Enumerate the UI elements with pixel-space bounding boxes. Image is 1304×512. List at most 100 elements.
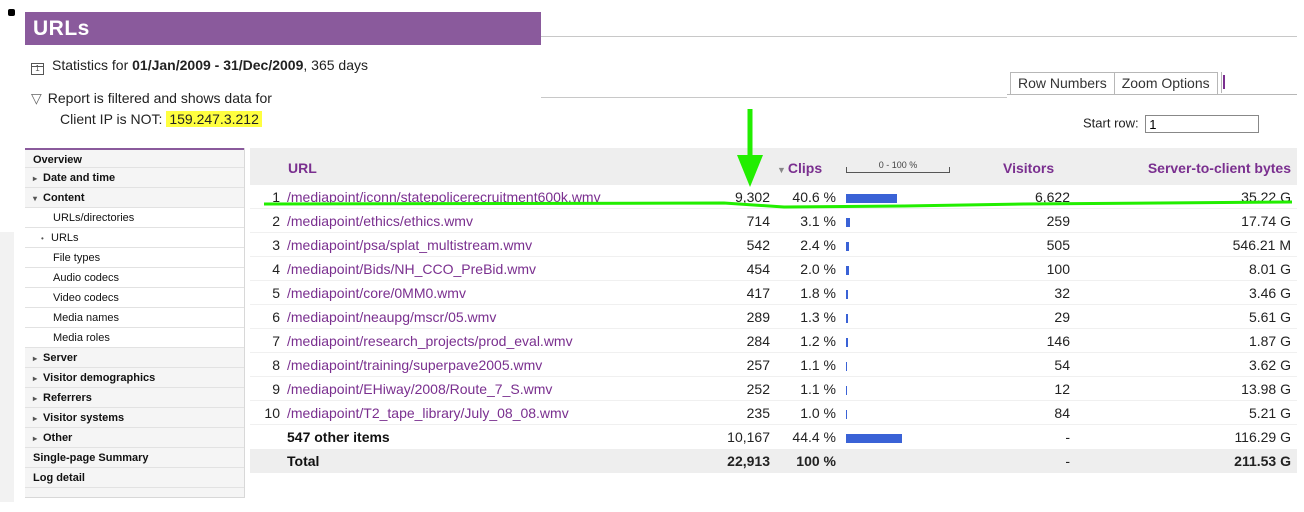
sidebar-item-visitor-systems[interactable]: ▸ Visitor systems <box>25 408 244 428</box>
visitors-value: 12 <box>1054 381 1070 397</box>
sidebar-item-label: Media names <box>53 312 120 324</box>
sidebar-item-urls[interactable]: • URLs <box>25 228 244 248</box>
stats-line: 1 Statistics for 01/Jan/2009 - 31/Dec/200… <box>31 57 368 75</box>
url-link[interactable]: /mediapoint/psa/splat_multistream.wmv <box>287 237 532 253</box>
sidebar-item-label: URLs/directories <box>53 212 135 224</box>
clips-percent: 1.0 % <box>800 405 836 421</box>
sidebar-item-label: Overview <box>33 154 82 166</box>
sidebar-item-media-roles[interactable]: Media roles <box>25 328 244 348</box>
sidebar-item-label: Log detail <box>33 472 85 484</box>
clips-percent: 1.8 % <box>800 285 836 301</box>
table-row: 9/mediapoint/EHiway/2008/Route_7_S.wmv 25… <box>250 377 1297 401</box>
sidebar-item-label: Date and time <box>43 172 116 184</box>
url-link[interactable]: /mediapoint/Bids/NH_CCO_PreBid.wmv <box>287 261 536 277</box>
bytes-value: 5.21 G <box>1248 405 1291 421</box>
clips-percent: 1.2 % <box>800 333 836 349</box>
calendar-icon: 1 <box>31 63 44 75</box>
bytes-value: 17.74 G <box>1241 213 1291 229</box>
column-visitors-header[interactable]: Visitors <box>1003 160 1054 176</box>
sidebar-item-referrers[interactable]: ▸ Referrers <box>25 388 244 408</box>
visitors-value: - <box>1065 429 1070 445</box>
other-items-row: 547 other items 10,167 44.4 % - 116.29 G <box>250 425 1297 449</box>
url-link[interactable]: /mediapoint/training/superpave2005.wmv <box>287 357 542 373</box>
filter-description: ▽ Report is filtered and shows data for <box>31 90 272 107</box>
url-link[interactable]: /mediapoint/research_projects/prod_eval.… <box>287 333 573 349</box>
sidebar-item-other[interactable]: ▸ Other <box>25 428 244 448</box>
visitors-value: 100 <box>1046 261 1070 277</box>
chevron-right-icon: ▸ <box>33 354 38 363</box>
sidebar-item-media-names[interactable]: Media names <box>25 308 244 328</box>
clips-value: 257 <box>746 357 770 373</box>
row-number: 5 <box>272 285 280 301</box>
sidebar-item-audio-codecs[interactable]: Audio codecs <box>25 268 244 288</box>
bytes-value: 8.01 G <box>1248 261 1291 277</box>
bytes-total: 211.53 G <box>1234 453 1291 469</box>
sidebar-item-log-detail[interactable]: Log detail <box>25 468 244 488</box>
chevron-right-icon: ▸ <box>33 434 38 443</box>
clips-value: 10,167 <box>727 429 770 445</box>
sidebar-item-date-and-time[interactable]: ▸ Date and time <box>25 168 244 188</box>
url-link[interactable]: /mediapoint/T2_tape_library/July_08_08.w… <box>287 405 569 421</box>
sidebar-item-urls-directories[interactable]: URLs/directories <box>25 208 244 228</box>
row-number: 2 <box>272 213 280 229</box>
percent-bar <box>846 434 902 443</box>
sidebar-item-server[interactable]: ▸ Server <box>25 348 244 368</box>
visitors-value: 259 <box>1046 213 1070 229</box>
bytes-value: 13.98 G <box>1241 381 1291 397</box>
percent-bar <box>846 338 848 347</box>
filter-condition-line: Client IP is NOT: 159.247.3.212 <box>60 111 262 127</box>
table-row: 8/mediapoint/training/superpave2005.wmv 2… <box>250 353 1297 377</box>
clips-percent: 2.4 % <box>800 237 836 253</box>
url-link[interactable]: /mediapoint/neaupg/mscr/05.wmv <box>287 309 496 325</box>
url-link[interactable]: /mediapoint/core/0MM0.wmv <box>287 285 466 301</box>
sidebar-item-overview[interactable]: Overview <box>25 148 244 168</box>
sidebar-item-label: Server <box>43 352 78 364</box>
clips-percent: 1.3 % <box>800 309 836 325</box>
table-row: 7/mediapoint/research_projects/prod_eval… <box>250 329 1297 353</box>
sidebar-nav: Overview ▸ Date and time ▾ Content URLs/direc… <box>25 148 245 498</box>
date-range[interactable]: 01/Jan/2009 - 31/Dec/2009 <box>132 57 303 73</box>
option-tabs: Row Numbers Zoom Options <box>1010 72 1228 94</box>
column-clips-header[interactable]: ▼ Clips <box>777 160 822 176</box>
tab-more[interactable] <box>1220 72 1228 93</box>
clips-percent: 2.0 % <box>800 261 836 277</box>
url-link[interactable]: /mediapoint/EHiway/2008/Route_7_S.wmv <box>287 381 552 397</box>
visitors-value: 146 <box>1046 333 1070 349</box>
corner-mark <box>8 9 15 16</box>
column-url-header[interactable]: URL <box>288 160 317 176</box>
sidebar-item-single-page-summary[interactable]: Single-page Summary <box>25 448 244 468</box>
sidebar-item-file-types[interactable]: File types <box>25 248 244 268</box>
bullet-icon: • <box>41 234 44 243</box>
sidebar-item-label: URLs <box>51 232 79 244</box>
tab-zoom-options[interactable]: Zoom Options <box>1113 72 1218 94</box>
sidebar-item-label: Visitor demographics <box>43 372 156 384</box>
start-row-input[interactable] <box>1145 115 1260 133</box>
column-bytes-header[interactable]: Server-to-client bytes <box>1148 160 1291 176</box>
row-number: 8 <box>272 357 280 373</box>
annotation-underline <box>264 200 1292 209</box>
table-row: 5/mediapoint/core/0MM0.wmv 417 1.8 % 32 3.46… <box>250 281 1297 305</box>
sidebar-item-label: Media roles <box>53 332 110 344</box>
chevron-right-icon: ▸ <box>33 174 38 183</box>
percent-bar <box>846 242 849 251</box>
percent-bar <box>846 386 847 395</box>
sidebar-item-label: Visitor systems <box>43 412 125 424</box>
table-row: 4/mediapoint/Bids/NH_CCO_PreBid.wmv 454 2.… <box>250 257 1297 281</box>
clips-value: 289 <box>746 309 770 325</box>
bytes-value: 1.87 G <box>1248 333 1291 349</box>
percent-bar <box>846 218 850 227</box>
tab-row-numbers[interactable]: Row Numbers <box>1010 72 1115 94</box>
clips-value: 542 <box>746 237 770 253</box>
sidebar-item-content[interactable]: ▾ Content <box>25 188 244 208</box>
chevron-right-icon: ▸ <box>33 374 38 383</box>
bytes-value: 116.29 G <box>1234 429 1291 445</box>
sidebar-item-video-codecs[interactable]: Video codecs <box>25 288 244 308</box>
clips-value: 284 <box>746 333 770 349</box>
chevron-right-icon: ▸ <box>33 414 38 423</box>
url-link[interactable]: /mediapoint/ethics/ethics.wmv <box>287 213 473 229</box>
sidebar-item-visitor-demographics[interactable]: ▸ Visitor demographics <box>25 368 244 388</box>
clips-value: 235 <box>746 405 770 421</box>
clips-total: 22,913 <box>727 453 770 469</box>
percent-scale: 0 - 100 % <box>846 161 950 175</box>
clips-percent: 44.4 % <box>792 429 836 445</box>
